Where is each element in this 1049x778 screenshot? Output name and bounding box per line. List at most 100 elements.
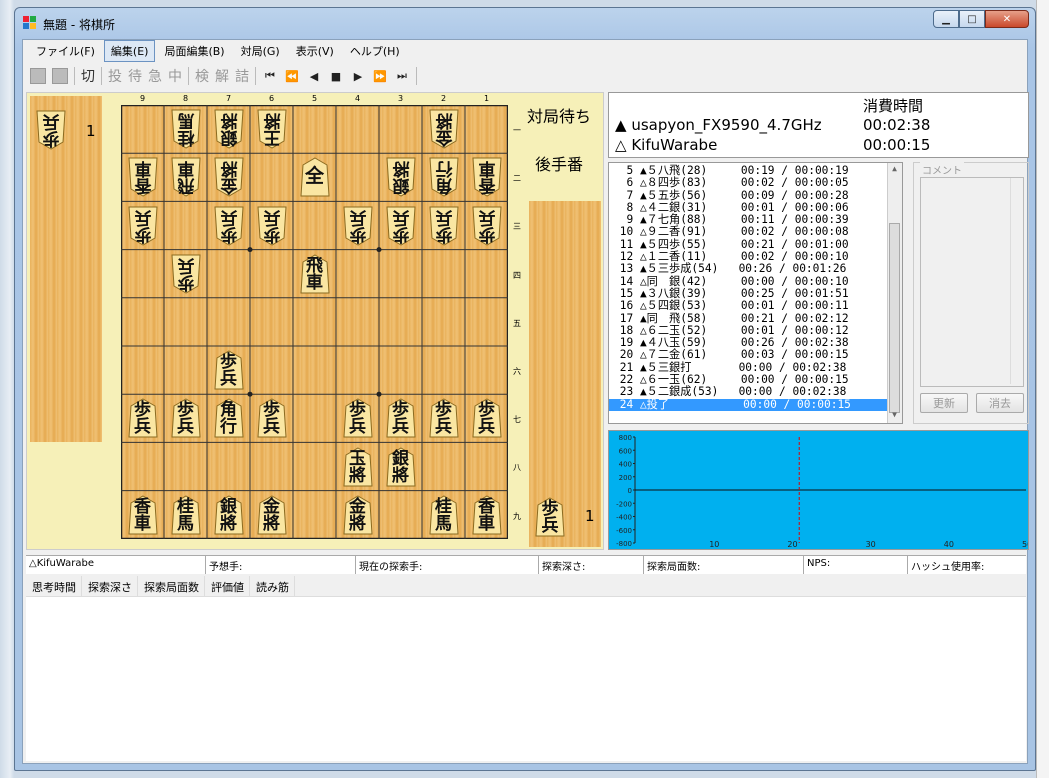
sente-piece[interactable]: 金 將 — [342, 495, 373, 535]
gote-piece[interactable]: 銀 將 — [213, 109, 244, 149]
thinking-list[interactable] — [26, 597, 1026, 761]
menu-edit[interactable]: 編集(E) — [103, 40, 156, 62]
kifu-row[interactable]: 10 △９二香(91) 00:02 / 00:00:08 — [609, 226, 902, 239]
hurry-button[interactable]: 急 — [145, 66, 165, 86]
gote-hand-stand[interactable]: 歩兵 1 — [30, 96, 102, 442]
paste-icon[interactable] — [52, 68, 68, 84]
sente-piece[interactable]: 玉 將 — [342, 446, 373, 487]
sente-hand-stand[interactable]: 歩兵 1 — [529, 201, 601, 547]
gote-piece[interactable]: 歩 兵 — [428, 206, 459, 246]
sente-piece[interactable]: 歩 兵 — [127, 398, 158, 438]
sente-piece[interactable]: 桂 馬 — [170, 495, 201, 535]
piece-label: 歩 兵 — [220, 352, 237, 390]
sente-piece[interactable]: 歩 兵 — [471, 398, 502, 438]
gote-piece[interactable]: 角 行 — [428, 157, 459, 197]
gote-piece[interactable]: 王 將 — [256, 109, 287, 149]
sente-piece[interactable]: 歩 兵 — [170, 398, 201, 438]
gote-piece[interactable]: 金 將 — [428, 109, 459, 149]
resign-button[interactable]: 投 — [105, 66, 125, 86]
title-bar[interactable]: 無題 - 将棋所 ▁ □ ✕ — [15, 8, 1035, 38]
comment-scrollbar[interactable] — [1010, 178, 1023, 384]
undo-button[interactable]: 待 — [125, 66, 145, 86]
sente-piece[interactable]: 銀 將 — [213, 495, 244, 535]
shogi-board[interactable]: 987654321 一二三四五六七八九 桂 馬銀 將王 將金 將香 車飛 車金 … — [121, 94, 521, 539]
stop-button[interactable]: 中 — [165, 66, 185, 86]
col-think-time[interactable]: 思考時間 — [26, 576, 82, 596]
menu-help[interactable]: ヘルプ(H) — [343, 40, 407, 62]
col-nodes[interactable]: 探索局面数 — [138, 576, 205, 596]
kifu-row[interactable]: 17 ▲同 飛(58) 00:21 / 00:02:12 — [609, 312, 902, 325]
gote-piece[interactable]: 金 將 — [213, 157, 244, 197]
gote-piece[interactable]: 歩 兵 — [471, 206, 502, 246]
fast-forward-icon[interactable]: ⏩ — [369, 66, 391, 86]
piece-label: 歩 兵 — [478, 206, 495, 244]
gote-piece[interactable]: 歩 兵 — [256, 206, 287, 246]
sente-piece[interactable]: 飛 車 — [299, 254, 330, 294]
col-depth[interactable]: 探索深さ — [82, 576, 138, 596]
first-move-icon[interactable]: ⏮ — [259, 66, 281, 86]
piece-label: 銀 將 — [392, 448, 409, 486]
kifu-row[interactable]: 16 △５四銀(53) 00:01 / 00:00:11 — [609, 299, 902, 312]
back-icon[interactable]: ◀ — [303, 66, 325, 86]
gote-piece[interactable]: 歩 兵 — [127, 206, 158, 246]
gote-hand-piece[interactable]: 歩兵 — [36, 110, 66, 150]
sente-piece[interactable]: 歩 兵 — [213, 350, 244, 390]
scroll-up-icon[interactable]: ▲ — [889, 164, 900, 176]
col-eval[interactable]: 評価値 — [205, 576, 250, 596]
gote-piece[interactable]: 歩 兵 — [385, 206, 416, 246]
file-label: 7 — [225, 94, 232, 103]
kifu-row[interactable]: 20 △７二金(61) 00:03 / 00:00:15 — [609, 349, 902, 362]
last-move-icon[interactable]: ⏭ — [391, 66, 413, 86]
sente-piece[interactable]: 角 行 — [213, 398, 244, 438]
gote-piece[interactable]: 香 車 — [127, 157, 158, 197]
gote-piece[interactable]: 飛 車 — [170, 157, 201, 197]
sente-piece[interactable]: 歩 兵 — [342, 398, 373, 438]
sente-piece[interactable]: 香 車 — [471, 495, 502, 535]
minimize-button[interactable]: ▁ — [933, 10, 959, 28]
gote-piece[interactable]: 桂 馬 — [170, 109, 201, 149]
forward-icon[interactable]: ▶ — [347, 66, 369, 86]
menu-game[interactable]: 対局(G) — [234, 40, 287, 62]
sente-piece[interactable]: 全 — [299, 157, 330, 197]
window-controls: ▁ □ ✕ — [933, 10, 1029, 29]
kifu-row[interactable]: 13 ▲５三歩成(54) 00:26 / 00:01:26 — [609, 263, 902, 276]
sente-piece[interactable]: 桂 馬 — [428, 495, 459, 535]
sente-piece[interactable]: 歩 兵 — [256, 398, 287, 438]
gote-piece[interactable]: 歩 兵 — [213, 206, 244, 246]
kifu-list[interactable]: 5 ▲５八飛(28) 00:19 / 00:00:19 6 △８四歩(83) 0… — [608, 162, 903, 424]
menu-file[interactable]: ファイル(F) — [29, 40, 102, 62]
gote-piece[interactable]: 歩 兵 — [342, 206, 373, 246]
kifu-scrollbar[interactable]: ▲ ▼ — [887, 163, 902, 423]
file-label: 2 — [440, 94, 447, 103]
sente-piece[interactable]: 銀 將 — [385, 446, 416, 487]
sente-piece[interactable]: 香 車 — [127, 495, 158, 535]
cut-button[interactable]: 切 — [78, 66, 98, 86]
kifu-row[interactable]: 6 △８四歩(83) 00:02 / 00:00:05 — [609, 176, 902, 189]
sente-piece[interactable]: 歩 兵 — [428, 398, 459, 438]
gote-piece[interactable]: 歩 兵 — [170, 254, 201, 294]
rewind-icon[interactable]: ⏪ — [281, 66, 303, 86]
scroll-down-icon[interactable]: ▼ — [889, 410, 900, 422]
col-pv[interactable]: 読み筋 — [250, 576, 295, 596]
stop-icon[interactable]: ■ — [325, 66, 347, 86]
clear-button[interactable]: 消去 — [976, 393, 1024, 413]
gote-piece[interactable]: 銀 將 — [385, 157, 416, 197]
solve-button[interactable]: 解 — [212, 66, 232, 86]
sente-piece[interactable]: 歩 兵 — [385, 398, 416, 438]
menu-position-edit[interactable]: 局面編集(B) — [157, 40, 231, 62]
kifu-row[interactable]: 24 △投了 00:00 / 00:00:15 — [609, 398, 902, 411]
mate-button[interactable]: 詰 — [232, 66, 252, 86]
analyze-button[interactable]: 検 — [192, 66, 212, 86]
menu-view[interactable]: 表示(V) — [289, 40, 341, 62]
kifu-row[interactable]: 23 ▲５二銀成(53) 00:00 / 00:02:38 — [609, 386, 902, 399]
piece-label: 金 將 — [435, 110, 452, 148]
copy-icon[interactable] — [30, 68, 46, 84]
gote-piece[interactable]: 香 車 — [471, 157, 502, 197]
comment-textbox[interactable] — [920, 177, 1024, 387]
sente-hand-piece[interactable]: 歩兵 — [535, 497, 565, 537]
kifu-scroll-thumb[interactable] — [889, 223, 900, 413]
close-button[interactable]: ✕ — [985, 10, 1029, 28]
sente-piece[interactable]: 金 將 — [256, 495, 287, 535]
update-button[interactable]: 更新 — [920, 393, 968, 413]
maximize-button[interactable]: □ — [959, 10, 985, 28]
